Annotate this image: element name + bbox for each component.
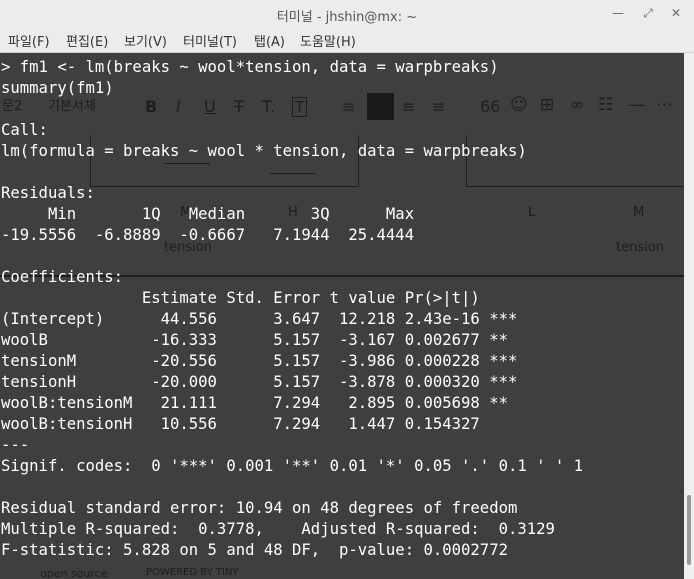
terminal-line: tensionH -20.000 5.157 -3.878 0.000320 *… — [1, 373, 518, 391]
hr-icon: — — [628, 95, 645, 115]
menu-file[interactable]: 파일(F) — [8, 31, 50, 50]
terminal-output: > fm1 <- lm(breaks ~ wool*tension, data … — [1, 57, 583, 561]
scrollbar-thumb[interactable] — [687, 495, 691, 565]
plot-tick-label: M — [633, 205, 645, 220]
terminal-line: woolB:tensionH 10.556 7.294 1.447 0.1543… — [1, 415, 518, 433]
terminal-line: woolB -16.333 5.157 -3.167 0.002677 ** — [1, 331, 518, 349]
menu-bar: 파일(F) 편집(E) 보기(V) 터미널(T) 탭(A) 도움말(H) — [0, 28, 694, 53]
title-bar: 터미널 - jhshin@mx: ~ — ⤢ ✕ — [0, 0, 694, 28]
terminal-line: Min 1Q Median 3Q Max — [1, 205, 424, 223]
terminal-line: Multiple R-squared: 0.3778, Adjusted R-s… — [1, 520, 565, 538]
terminal-line: tensionM -20.556 5.157 -3.986 0.000228 *… — [1, 352, 518, 370]
terminal-line: --- — [1, 436, 30, 454]
terminal-line: F-statistic: 5.828 on 5 and 48 DF, p-val… — [1, 541, 508, 559]
terminal-line: > fm1 <- lm(breaks ~ wool*tension, data … — [1, 58, 499, 76]
terminal-line: Signif. codes: 0 '***' 0.001 '**' 0.01 '… — [1, 457, 584, 475]
terminal-area[interactable]: 문2 기본서체 B I U T T. T ≡ ≡ ≡ 66 ☺ ⊞ ∞ ☷ — … — [0, 53, 684, 579]
plot-axis-label: tension — [616, 240, 664, 255]
menu-edit[interactable]: 편집(E) — [66, 31, 108, 50]
terminal-line: summary(fm1) — [1, 79, 114, 97]
terminal-line: Coefficients: — [1, 268, 124, 286]
terminal-line: Estimate Std. Error t value Pr(>|t|) — [1, 289, 518, 307]
terminal-line: Call: — [1, 121, 48, 139]
close-icon[interactable]: ✕ — [668, 5, 684, 21]
window-title: 터미널 - jhshin@mx: ~ — [276, 10, 418, 25]
terminal-line: lm(formula = breaks ~ wool * tension, da… — [1, 142, 527, 160]
terminal-line: (Intercept) 44.556 3.647 12.218 2.43e-16… — [1, 310, 518, 328]
menu-terminal[interactable]: 터미널(T) — [183, 31, 237, 50]
menu-tabs[interactable]: 탭(A) — [254, 31, 285, 50]
menu-help[interactable]: 도움말(H) — [300, 31, 356, 50]
more-icon: ⋯ — [656, 95, 673, 115]
terminal-line: woolB:tensionM 21.111 7.294 2.895 0.0056… — [1, 394, 518, 412]
terminal-line: Residuals: — [1, 184, 95, 202]
footer-powered-by: POWERED BY TINY — [146, 567, 239, 578]
maximize-icon[interactable]: ⤢ — [640, 5, 656, 21]
menu-view[interactable]: 보기(V) — [124, 31, 167, 50]
minimize-icon[interactable]: — — [610, 5, 626, 21]
footer-open-source: open source — [40, 567, 108, 579]
terminal-line: -19.5556 -6.8889 -0.6667 7.1944 25.4444 — [1, 226, 424, 244]
list-icon: ☷ — [598, 95, 614, 115]
terminal-line: Residual standard error: 10.94 on 48 deg… — [1, 499, 518, 517]
